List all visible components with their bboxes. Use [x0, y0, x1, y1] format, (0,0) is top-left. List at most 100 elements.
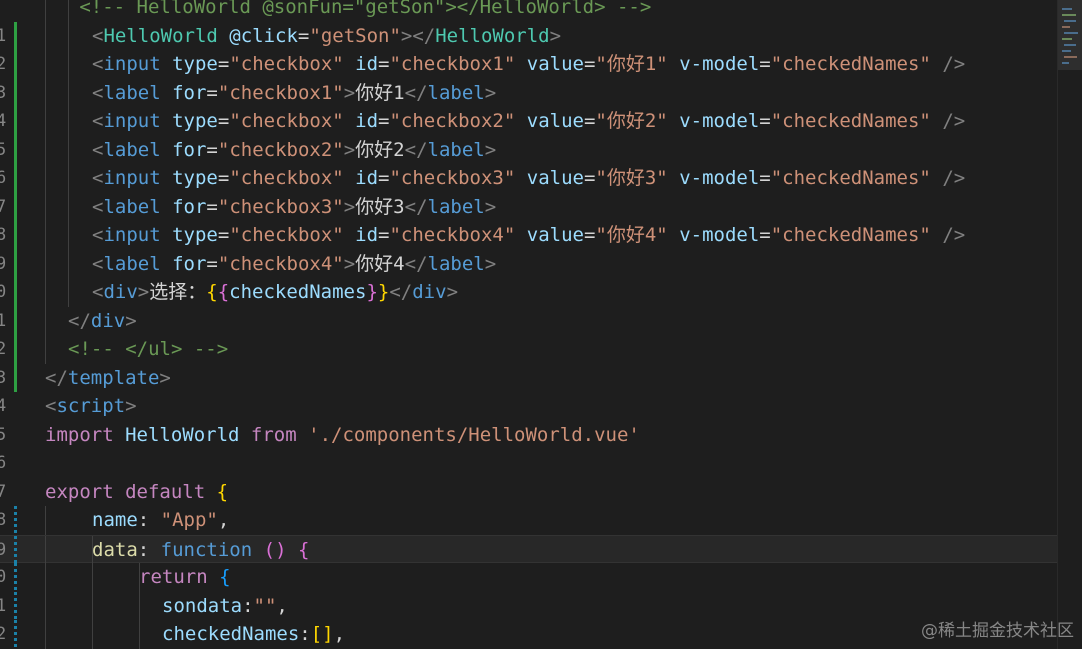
indent-guide [68, 78, 69, 107]
minimap-slider[interactable] [1058, 0, 1082, 70]
code-token: id [343, 110, 379, 132]
code-line[interactable]: <!-- HelloWorld @sonFun="getSon"></Hello… [0, 0, 1058, 22]
code-token: </ [404, 252, 428, 275]
code-line[interactable]: 0 <div>选择：{{checkedNames}}</div> [0, 278, 1058, 307]
minimap[interactable] [1057, 0, 1082, 649]
code-token: 你好2 [355, 138, 405, 161]
code-line[interactable]: 1 </div> [0, 306, 1058, 335]
git-change-marker[interactable] [14, 335, 17, 364]
code-line[interactable]: 3 <label for="checkbox1">你好1</label> [0, 78, 1058, 108]
code-line[interactable]: 7 <label for="checkbox3">你好3</label> [0, 192, 1058, 221]
code-token: /> [930, 110, 966, 132]
code-line[interactable]: 5 import HelloWorld from './components/He… [0, 421, 1058, 450]
code-line[interactable]: 5 <label for="checkbox2">你好2</label> [0, 135, 1058, 164]
git-change-marker[interactable] [14, 78, 17, 107]
code-token: = [217, 167, 230, 189]
code-token: input [103, 53, 161, 75]
code-token: "checkbox" [229, 53, 344, 75]
git-change-marker[interactable] [14, 620, 17, 649]
indent-guide [45, 192, 46, 221]
git-change-marker[interactable] [14, 591, 17, 620]
code-text: <input type="checkbox" id="checkbox1" va… [92, 50, 965, 79]
line-number: 6 [0, 453, 7, 473]
git-change-marker[interactable] [14, 249, 17, 278]
git-change-marker[interactable] [14, 563, 17, 592]
code-token: value [515, 224, 584, 246]
git-change-marker[interactable] [14, 107, 17, 136]
code-line[interactable]: 4 <script> [0, 392, 1058, 421]
code-token: < [92, 138, 104, 161]
code-line[interactable]: 2 <input type="checkbox" id="checkbox1" v… [0, 50, 1058, 79]
line-number: 6 [0, 168, 7, 188]
code-token: > [549, 24, 562, 47]
code-token: = [206, 195, 218, 218]
code-token: = [583, 167, 596, 189]
code-token: </ [45, 366, 68, 389]
code-token: > [343, 195, 356, 218]
git-change-marker[interactable] [14, 278, 17, 307]
code-token: value [515, 110, 584, 132]
code-token: > [400, 24, 413, 47]
code-line[interactable]: 4 <input type="checkbox" id="checkbox2" v… [0, 107, 1058, 136]
code-token: "你好3" [595, 167, 668, 189]
code-token: export [45, 480, 114, 503]
code-token: < [92, 167, 104, 189]
git-change-marker[interactable] [14, 506, 17, 535]
code-token: < [92, 81, 104, 104]
code-token: > [446, 281, 459, 303]
code-line[interactable]: 1 <HelloWorld @click="getSon"></HelloWorl… [0, 21, 1058, 50]
code-text: <input type="checkbox" id="checkbox4" va… [92, 221, 965, 250]
code-token: </ [68, 309, 91, 332]
code-line[interactable]: 6 [0, 449, 1058, 478]
git-change-marker[interactable] [14, 21, 17, 50]
code-token: "getSon" [309, 24, 401, 47]
git-change-marker[interactable] [14, 50, 17, 79]
indent-guide [68, 278, 69, 307]
code-text: checkedNames:[], [162, 620, 345, 649]
code-token: [] [310, 623, 334, 645]
code-editor[interactable]: <!-- HelloWorld @sonFun="getSon"></Hello… [0, 0, 1058, 649]
code-token: </ [404, 81, 428, 104]
code-line[interactable]: 9 <label for="checkbox4">你好4</label> [0, 249, 1058, 278]
code-line[interactable]: 1 sondata:"", [0, 591, 1058, 620]
code-line[interactable]: 7 export default { [0, 478, 1058, 507]
code-line[interactable]: 2 <!-- </ul> --> [0, 335, 1058, 364]
minimap-line [1062, 62, 1069, 64]
code-line[interactable]: 0 return { [0, 563, 1058, 592]
indent-guide [45, 135, 46, 164]
indent-guide [45, 21, 46, 50]
git-change-marker[interactable] [14, 164, 17, 193]
code-token: = [378, 167, 390, 189]
line-number: 4 [0, 111, 7, 131]
code-text: <label for="checkbox1">你好1</label> [92, 79, 496, 108]
code-token: > [484, 195, 497, 218]
line-number: 9 [0, 253, 7, 274]
code-token: = [217, 53, 230, 75]
code-line[interactable]: 8 <input type="checkbox" id="checkbox4" v… [0, 221, 1058, 250]
git-change-marker[interactable] [14, 535, 17, 564]
code-token: "checkedNames" [770, 224, 931, 246]
code-token: > [125, 395, 137, 417]
code-line[interactable]: 8 name: "App", [0, 506, 1058, 535]
code-token: for [160, 195, 207, 218]
code-token: label [103, 252, 161, 275]
code-token: sondata [162, 594, 243, 617]
git-change-marker[interactable] [14, 135, 17, 164]
code-token: <!-- [45, 0, 137, 18]
line-number: 1 [0, 310, 7, 331]
code-token: "checkbox2" [217, 138, 344, 161]
git-change-marker[interactable] [14, 363, 17, 392]
code-token: = [206, 138, 218, 161]
code-token: "checkedNames" [770, 110, 931, 132]
code-line[interactable]: 6 <input type="checkbox" id="checkbox3" v… [0, 164, 1058, 193]
git-change-marker[interactable] [14, 306, 17, 335]
code-line[interactable]: 9 data: function () { [0, 534, 1058, 564]
code-token: "checkbox" [229, 224, 344, 246]
code-line[interactable]: 2 checkedNames:[], [0, 620, 1058, 649]
git-change-marker[interactable] [14, 192, 17, 221]
git-change-marker[interactable] [14, 221, 17, 250]
code-token: "" [253, 594, 277, 617]
code-token: 你好1 [355, 81, 405, 104]
code-line[interactable]: 3 </template> [0, 363, 1058, 392]
